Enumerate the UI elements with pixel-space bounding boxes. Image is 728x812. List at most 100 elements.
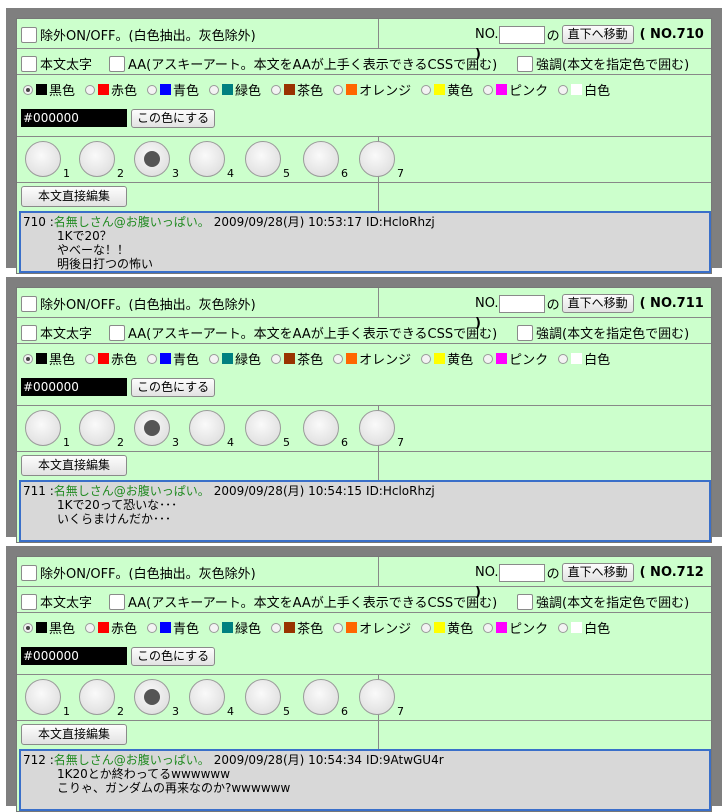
- color-radio[interactable]: [209, 84, 220, 95]
- bold-option[interactable]: 本文太字: [21, 53, 92, 73]
- apply-color-button[interactable]: この色にする: [131, 378, 216, 397]
- size-button-3[interactable]: [134, 141, 170, 177]
- color-radio[interactable]: [333, 622, 344, 633]
- size-button-2[interactable]: [79, 141, 115, 177]
- color-option-3[interactable]: 緑色: [209, 79, 261, 99]
- exclude-checkbox[interactable]: [21, 295, 37, 312]
- size-button-6[interactable]: [303, 141, 339, 177]
- size-button-6[interactable]: [303, 410, 339, 446]
- color-option-0[interactable]: 黒色: [23, 617, 75, 637]
- exclude-toggle[interactable]: 除外ON/OFF。(白色抽出。灰色除外): [21, 293, 256, 313]
- apply-color-button[interactable]: この色にする: [131, 109, 216, 128]
- size-button-5[interactable]: [245, 141, 281, 177]
- color-option-2[interactable]: 青色: [147, 79, 199, 99]
- color-radio[interactable]: [483, 622, 494, 633]
- color-option-2[interactable]: 青色: [147, 617, 199, 637]
- emphasis-checkbox[interactable]: [517, 593, 533, 610]
- exclude-toggle[interactable]: 除外ON/OFF。(白色抽出。灰色除外): [21, 24, 256, 44]
- color-option-0[interactable]: 黒色: [23, 348, 75, 368]
- color-radio[interactable]: [85, 353, 96, 364]
- color-option-7[interactable]: ピンク: [483, 617, 548, 637]
- color-option-3[interactable]: 緑色: [209, 348, 261, 368]
- color-option-8[interactable]: 白色: [558, 348, 610, 368]
- color-option-6[interactable]: 黄色: [421, 348, 473, 368]
- size-button-1[interactable]: [25, 141, 61, 177]
- apply-color-button[interactable]: この色にする: [131, 647, 216, 666]
- aa-option[interactable]: AA(アスキーアート。本文をAAが上手く表示できるCSSで囲む): [109, 322, 497, 342]
- color-option-1[interactable]: 赤色: [85, 617, 137, 637]
- jump-button[interactable]: 直下へ移動: [561, 294, 634, 313]
- size-button-4[interactable]: [189, 679, 225, 715]
- bold-option[interactable]: 本文太字: [21, 591, 92, 611]
- color-radio[interactable]: [421, 622, 432, 633]
- color-hex-input[interactable]: #000000: [21, 109, 127, 127]
- color-radio[interactable]: [271, 353, 282, 364]
- color-radio[interactable]: [147, 353, 158, 364]
- color-radio[interactable]: [421, 84, 432, 95]
- color-option-4[interactable]: 茶色: [271, 617, 323, 637]
- color-radio[interactable]: [147, 84, 158, 95]
- emphasis-checkbox[interactable]: [517, 324, 533, 341]
- color-option-6[interactable]: 黄色: [421, 79, 473, 99]
- exclude-checkbox[interactable]: [21, 26, 37, 43]
- color-option-5[interactable]: オレンジ: [333, 79, 411, 99]
- color-option-5[interactable]: オレンジ: [333, 617, 411, 637]
- color-radio[interactable]: [483, 84, 494, 95]
- no-input[interactable]: [498, 25, 545, 44]
- color-option-0[interactable]: 黒色: [23, 79, 75, 99]
- color-option-7[interactable]: ピンク: [483, 348, 548, 368]
- color-hex-input[interactable]: #000000: [21, 378, 127, 396]
- color-option-8[interactable]: 白色: [558, 79, 610, 99]
- bold-checkbox[interactable]: [21, 324, 37, 341]
- color-option-3[interactable]: 緑色: [209, 617, 261, 637]
- size-button-1[interactable]: [25, 679, 61, 715]
- color-radio[interactable]: [23, 622, 33, 633]
- color-radio[interactable]: [333, 353, 344, 364]
- color-radio[interactable]: [271, 84, 282, 95]
- size-button-2[interactable]: [79, 410, 115, 446]
- aa-option[interactable]: AA(アスキーアート。本文をAAが上手く表示できるCSSで囲む): [109, 53, 497, 73]
- jump-button[interactable]: 直下へ移動: [561, 25, 634, 44]
- size-button-2[interactable]: [79, 679, 115, 715]
- color-option-1[interactable]: 赤色: [85, 79, 137, 99]
- color-option-4[interactable]: 茶色: [271, 348, 323, 368]
- emphasis-option[interactable]: 強調(本文を指定色で囲む): [517, 53, 689, 73]
- bold-checkbox[interactable]: [21, 55, 37, 72]
- jump-button[interactable]: 直下へ移動: [561, 563, 634, 582]
- color-radio[interactable]: [85, 84, 96, 95]
- no-input[interactable]: [498, 563, 545, 582]
- size-button-1[interactable]: [25, 410, 61, 446]
- color-option-1[interactable]: 赤色: [85, 348, 137, 368]
- color-option-8[interactable]: 白色: [558, 617, 610, 637]
- exclude-toggle[interactable]: 除外ON/OFF。(白色抽出。灰色除外): [21, 562, 256, 582]
- color-radio[interactable]: [483, 353, 494, 364]
- bold-checkbox[interactable]: [21, 593, 37, 610]
- aa-checkbox[interactable]: [109, 593, 125, 610]
- size-button-3[interactable]: [134, 679, 170, 715]
- emphasis-option[interactable]: 強調(本文を指定色で囲む): [517, 322, 689, 342]
- size-button-5[interactable]: [245, 679, 281, 715]
- edit-body-button[interactable]: 本文直接編集: [21, 186, 127, 207]
- size-button-6[interactable]: [303, 679, 339, 715]
- color-radio[interactable]: [23, 84, 33, 95]
- color-option-4[interactable]: 茶色: [271, 79, 323, 99]
- bold-option[interactable]: 本文太字: [21, 322, 92, 342]
- aa-option[interactable]: AA(アスキーアート。本文をAAが上手く表示できるCSSで囲む): [109, 591, 497, 611]
- size-button-4[interactable]: [189, 410, 225, 446]
- color-radio[interactable]: [209, 622, 220, 633]
- size-button-4[interactable]: [189, 141, 225, 177]
- emphasis-option[interactable]: 強調(本文を指定色で囲む): [517, 591, 689, 611]
- color-option-2[interactable]: 青色: [147, 348, 199, 368]
- size-button-3[interactable]: [134, 410, 170, 446]
- color-radio[interactable]: [558, 84, 569, 95]
- color-radio[interactable]: [85, 622, 96, 633]
- color-option-7[interactable]: ピンク: [483, 79, 548, 99]
- color-radio[interactable]: [147, 622, 158, 633]
- exclude-checkbox[interactable]: [21, 564, 37, 581]
- color-radio[interactable]: [23, 353, 33, 364]
- color-radio[interactable]: [558, 353, 569, 364]
- no-input[interactable]: [498, 294, 545, 313]
- color-radio[interactable]: [271, 622, 282, 633]
- edit-body-button[interactable]: 本文直接編集: [21, 455, 127, 476]
- color-radio[interactable]: [333, 84, 344, 95]
